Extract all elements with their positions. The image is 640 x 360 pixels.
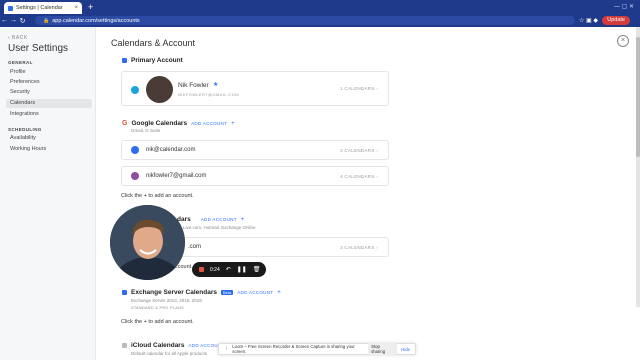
icloud-icon	[122, 343, 127, 348]
stop-sharing-button[interactable]: Stop sharing	[368, 343, 398, 355]
lock-icon: 🔒	[43, 17, 50, 24]
google-add-hint: Click the + to add an account.	[121, 193, 194, 199]
google-sub: Gmail, G Suite	[131, 128, 161, 133]
sidebar-item-working-hours[interactable]: Working Hours	[6, 145, 92, 154]
screen-share-bar: ⋮ Loom – Free Screen Recorder & Screen C…	[218, 343, 416, 355]
scrollbar[interactable]	[636, 27, 640, 307]
trash-icon[interactable]: 🗑	[253, 266, 261, 273]
primary-email: NIKFOWLER7@GMAIL.COM	[178, 92, 239, 97]
icloud-sub: Default calendar for all Apple products	[131, 351, 208, 356]
general-heading: GENERAL	[8, 60, 33, 65]
forward-arrow-icon[interactable]: →	[9, 17, 18, 24]
beta-badge: Beta	[221, 290, 234, 295]
outlook-sub: Live.com, Hotmail, Exchange Online	[183, 225, 256, 230]
outlook-calendars-header: dars ADD ACCOUNT +	[177, 216, 244, 223]
scheduling-heading: SCHEDULING	[8, 127, 42, 132]
exchange-calendars-title: Exchange Server Calendars	[131, 289, 217, 296]
add-account-link[interactable]: ADD ACCOUNT	[191, 121, 227, 126]
google-account-card[interactable]: nikfowler7@gmail.com 4 CALENDARS ›	[121, 166, 389, 186]
share-message: Loom – Free Screen Recorder & Screen Cap…	[232, 344, 355, 354]
new-tab-button[interactable]: +	[88, 2, 93, 12]
google-calendars-title: Google Calendars	[131, 120, 188, 127]
update-button[interactable]: Update	[602, 16, 630, 25]
calendar-count[interactable]: 4 CALENDARS ›	[340, 174, 378, 179]
share-grip-icon: ⋮	[224, 346, 229, 351]
calendar-icon	[122, 58, 127, 63]
primary-account-header: Primary Account	[122, 57, 183, 64]
exchange-add-hint: Click the + to add an account.	[121, 319, 194, 325]
undo-icon[interactable]: ↶	[226, 266, 231, 273]
sidebar-item-preferences[interactable]: Preferences	[6, 78, 92, 87]
hide-button[interactable]: Hide	[401, 347, 410, 352]
add-account-link[interactable]: ADD ACCOUNT	[237, 290, 273, 295]
add-account-link[interactable]: ADD ACCOUNT	[201, 217, 237, 222]
sidebar-item-security[interactable]: Security	[6, 88, 92, 97]
plan-tag: STANDARD & PRO PLANS	[131, 306, 184, 310]
account-color-dot	[131, 146, 139, 154]
address-bar-row: ← → ↻ 🔒 app.calendar.com/settings/accoun…	[0, 14, 640, 27]
sidebar-title: User Settings	[8, 43, 69, 54]
google-calendars-header: G Google Calendars ADD ACCOUNT +	[122, 120, 235, 127]
calendar-count[interactable]: 3 CALENDARS ›	[340, 148, 378, 153]
stop-recording-icon[interactable]	[199, 267, 204, 272]
presenter-photo	[110, 205, 185, 280]
tab-title: Settings | Calendar	[16, 5, 63, 11]
webcam-bubble[interactable]	[110, 205, 185, 280]
star-icon: ★	[213, 82, 219, 88]
recording-time: 0:24	[210, 266, 220, 273]
browser-tab[interactable]: Settings | Calendar ×	[4, 2, 82, 14]
plus-icon[interactable]: +	[277, 290, 281, 296]
back-arrow-icon[interactable]: ←	[0, 17, 9, 24]
tab-close-icon[interactable]: ×	[74, 5, 78, 11]
extensions-icon[interactable]: ☆ ▣ ◆	[579, 17, 598, 24]
icloud-calendars-header: iCloud Calendars ADD ACCOUNT +	[122, 342, 232, 349]
calendar-count[interactable]: 1 CALENDARS ›	[340, 86, 378, 91]
sidebar-item-calendars[interactable]: Calendars	[6, 99, 92, 108]
account-color-dot	[131, 172, 139, 180]
url-field[interactable]: 🔒 app.calendar.com/settings/accounts	[35, 16, 575, 25]
sidebar-item-profile[interactable]: Profile	[6, 68, 92, 77]
calendar-count[interactable]: 3 CALENDARS ›	[340, 245, 378, 250]
sidebar-item-availability[interactable]: Availability	[6, 134, 92, 143]
account-color-dot	[131, 86, 139, 94]
back-link[interactable]: ‹ BACK	[8, 35, 28, 41]
recording-controls: 0:24 ↶ ❚❚ 🗑	[192, 262, 266, 277]
page-title: Calendars & Account	[111, 38, 196, 48]
close-icon[interactable]: ×	[617, 35, 629, 47]
outlook-add-hint: ccount.	[175, 264, 193, 270]
window-controls-icon[interactable]: — ▢ ✕	[614, 3, 634, 10]
primary-account-card[interactable]: Nik Fowler ★ NIKFOWLER7@GMAIL.COM 1 CALE…	[121, 71, 389, 106]
exchange-calendars-header: Exchange Server Calendars Beta ADD ACCOU…	[122, 289, 281, 296]
calendar-favicon-icon	[8, 5, 13, 11]
exchange-sub: Exchange Server 2013, 2016, 2019	[131, 298, 202, 303]
plus-icon[interactable]: +	[241, 217, 245, 223]
pause-icon[interactable]: ❚❚	[237, 266, 247, 273]
primary-name: Nik Fowler	[178, 82, 209, 89]
plus-icon[interactable]: +	[231, 121, 235, 127]
primary-account-title: Primary Account	[131, 57, 183, 64]
settings-sidebar: ‹ BACK User Settings GENERAL Profile Pre…	[0, 27, 96, 360]
account-email: .com	[188, 244, 202, 250]
sidebar-item-integrations[interactable]: Integrations	[6, 110, 92, 119]
account-email: nikfowler7@gmail.com	[146, 173, 207, 179]
url-text: app.calendar.com/settings/accounts	[52, 17, 140, 24]
account-email: nik@calendar.com	[146, 147, 196, 153]
google-icon: G	[122, 120, 128, 127]
main-content: Calendars & Account × Primary Account Ni…	[97, 27, 640, 360]
exchange-icon	[122, 290, 127, 295]
avatar	[146, 76, 173, 103]
reload-icon[interactable]: ↻	[18, 17, 27, 25]
google-account-card[interactable]: nik@calendar.com 3 CALENDARS ›	[121, 140, 389, 160]
icloud-calendars-title: iCloud Calendars	[131, 342, 185, 349]
browser-tab-bar: Settings | Calendar × + — ▢ ✕	[0, 0, 640, 14]
scrollbar-thumb[interactable]	[636, 37, 640, 157]
